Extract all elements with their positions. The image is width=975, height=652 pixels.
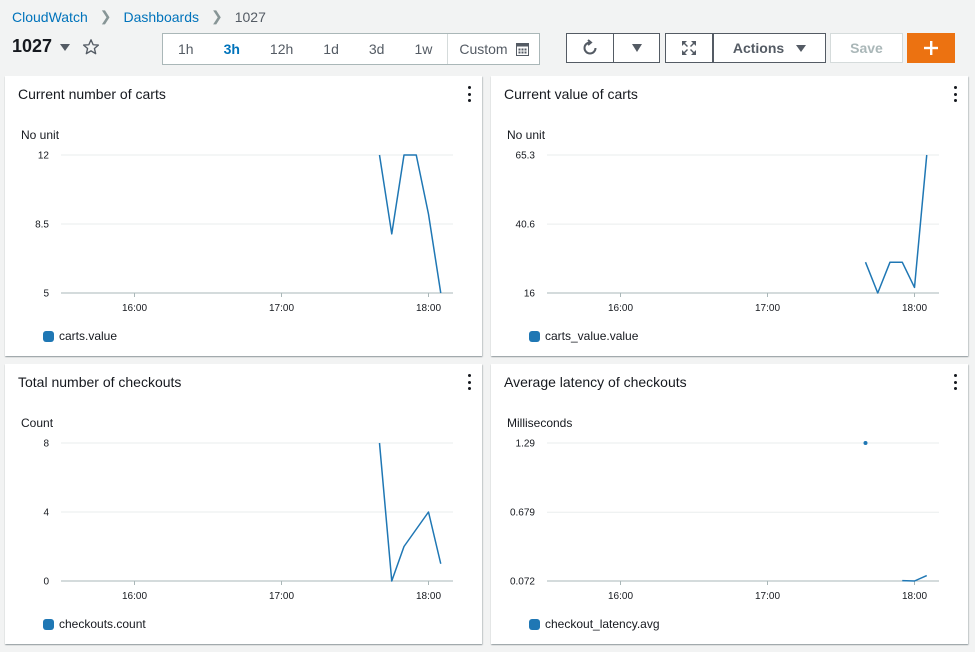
time-range-1h[interactable]: 1h [163,34,209,64]
time-range-1w[interactable]: 1w [399,34,447,64]
y-tick-label: 8 [43,439,49,450]
refresh-icon [583,39,597,55]
caret-down-icon [796,44,807,52]
legend-item[interactable]: carts.value [43,329,117,343]
x-tick-label: 17:00 [755,591,780,602]
widget-average-latency-of-checkouts: Average latency of checkouts Millisecond… [491,364,968,644]
legend-item[interactable]: checkouts.count [43,617,146,631]
fullscreen-icon [682,41,696,55]
save-button[interactable]: Save [830,33,903,63]
actions-dropdown-button[interactable]: Actions [713,33,826,63]
x-tick-label: 16:00 [608,591,633,602]
legend-swatch [529,618,540,630]
breadcrumb-dashboards-link[interactable]: Dashboards [123,9,199,25]
data-point [863,441,868,445]
x-tick-label: 17:00 [755,303,780,314]
x-tick-label: 18:00 [416,303,441,314]
y-tick-label: 0.072 [510,577,535,588]
time-range-custom[interactable]: Custom [447,34,538,64]
calendar-icon [515,42,529,56]
series-line [902,574,928,582]
line-chart: 0.072 0.679 1.29 16:00 17:00 18:00 [510,439,939,602]
y-tick-label: 16 [524,289,536,300]
dashboard-title-row: 1027 [12,36,100,57]
x-tick-label: 18:00 [902,303,927,314]
legend-label: carts.value [59,329,118,343]
legend-label: checkouts.count [59,617,146,631]
widget-total-number-of-checkouts: Total number of checkouts Count 0 4 8 16:00… [5,364,482,644]
breadcrumb-cloudwatch-link[interactable]: CloudWatch [12,9,88,25]
y-tick-label: 5 [43,289,49,300]
fullscreen-button[interactable] [665,33,713,63]
actions-label: Actions [732,40,785,56]
legend-swatch [43,618,54,630]
time-range-3h[interactable]: 3h [209,34,255,64]
line-chart: 16 40.6 65.3 16:00 17:00 18:00 [516,151,939,314]
top-bar: CloudWatch ❯ Dashboards ❯ 1027 1027 1h 3… [0,0,975,68]
y-tick-label: 0.679 [510,508,535,519]
caret-down-icon [631,44,642,52]
breadcrumb: CloudWatch ❯ Dashboards ❯ 1027 [12,8,266,25]
plus-icon [924,41,938,55]
x-tick-label: 17:00 [269,303,294,314]
x-tick-label: 16:00 [122,591,147,602]
widget-current-value-of-carts: Current value of carts No unit 16 40.6 65.… [491,76,968,356]
legend-swatch [529,330,540,342]
x-tick-label: 16:00 [608,303,633,314]
legend-label: checkout_latency.avg [545,617,660,631]
add-widget-button[interactable] [907,33,955,63]
x-tick-label: 18:00 [902,591,927,602]
legend-item[interactable]: carts_value.value [529,329,638,343]
dashboard-switcher-caret-icon[interactable] [60,44,71,51]
x-tick-label: 16:00 [122,303,147,314]
line-chart: 5 8.5 12 16:00 17:00 18:00 [35,151,453,314]
y-tick-label: 1.29 [516,439,536,450]
x-tick-label: 17:00 [269,591,294,602]
refresh-interval-dropdown[interactable] [613,33,660,63]
legend-item[interactable]: checkout_latency.avg [529,617,660,631]
chevron-right-icon: ❯ [210,8,223,24]
x-tick-label: 18:00 [416,591,441,602]
time-range-12h[interactable]: 12h [255,34,308,64]
refresh-button[interactable] [566,33,613,63]
breadcrumb-current: 1027 [234,8,266,25]
custom-label: Custom [459,41,508,57]
legend-swatch [43,330,54,342]
star-icon[interactable] [82,38,100,56]
page-title: 1027 [12,36,53,56]
widget-current-number-of-carts: Current number of carts No unit 5 8.5 12 16… [5,76,482,356]
time-range-3d[interactable]: 3d [354,34,400,64]
time-range-selector: 1h 3h 12h 1d 3d 1w Custom [162,33,540,65]
y-tick-label: 12 [38,151,50,162]
y-tick-label: 8.5 [35,220,49,231]
chevron-right-icon: ❯ [99,8,112,24]
y-tick-label: 40.6 [516,220,536,231]
y-tick-label: 0 [43,577,49,588]
time-range-1d[interactable]: 1d [308,34,354,64]
line-chart: 0 4 8 16:00 17:00 18:00 [43,439,453,602]
y-tick-label: 4 [43,508,49,519]
y-tick-label: 65.3 [516,151,536,162]
legend-label: carts_value.value [545,329,639,343]
